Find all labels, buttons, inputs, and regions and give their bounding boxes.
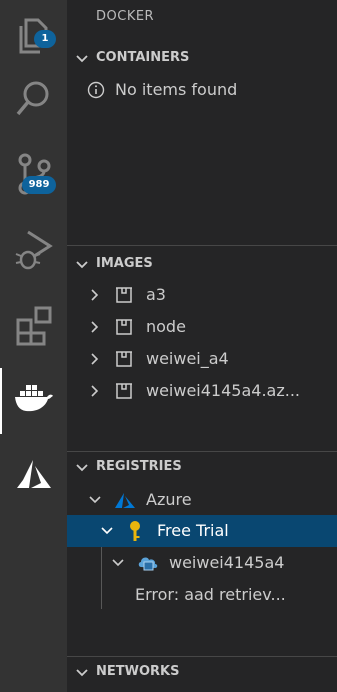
activity-search[interactable]	[0, 64, 67, 131]
registry-label: weiwei4145a4	[169, 553, 285, 572]
image-label: weiwei4145a4.az...	[146, 381, 300, 400]
azure-logo-icon	[115, 493, 135, 508]
container-registry-row[interactable]: weiwei4145a4	[67, 547, 337, 579]
empty-message: No items found	[115, 80, 238, 99]
chevron-down-icon	[76, 261, 88, 269]
chevron-down-icon	[89, 496, 101, 504]
section-label: NETWORKS	[96, 664, 180, 679]
explorer-badge: 1	[34, 30, 56, 48]
docker-icon	[14, 384, 53, 411]
section-divider	[67, 245, 337, 246]
image-box-icon	[116, 319, 132, 335]
chevron-right-icon	[91, 385, 99, 397]
chevron-right-icon	[91, 289, 99, 301]
chevron-right-icon	[91, 353, 99, 365]
chevron-down-icon	[76, 669, 88, 677]
azure-icon	[16, 459, 51, 488]
source-control-badge: 989	[22, 176, 56, 194]
activity-explorer[interactable]: 1	[0, 0, 67, 67]
section-header-registries[interactable]: REGISTRIES	[67, 456, 337, 480]
chevron-down-icon	[76, 55, 88, 63]
section-divider	[67, 451, 337, 452]
section-label: REGISTRIES	[96, 459, 182, 474]
section-header-containers[interactable]: CONTAINERS	[67, 47, 337, 71]
image-box-icon	[116, 351, 132, 367]
subscription-free-trial-row[interactable]: Free Trial	[67, 515, 337, 547]
chevron-down-icon	[112, 559, 124, 567]
key-icon	[130, 521, 140, 541]
search-icon	[16, 81, 48, 115]
image-box-icon	[116, 383, 132, 399]
error-message: Error: aad retriev...	[135, 585, 286, 604]
image-label: node	[146, 317, 186, 336]
section-label: IMAGES	[96, 256, 153, 271]
chevron-down-icon	[101, 527, 113, 535]
extensions-icon	[16, 306, 51, 345]
activity-source-control[interactable]: 989	[0, 140, 67, 207]
activity-azure[interactable]	[0, 440, 67, 507]
section-header-images[interactable]: IMAGES	[67, 253, 337, 277]
container-registry-icon	[138, 557, 158, 571]
section-label: CONTAINERS	[96, 50, 190, 65]
section-divider	[67, 656, 337, 657]
image-label: weiwei_a4	[146, 349, 229, 368]
image-item[interactable]: weiwei4145a4.az...	[67, 375, 337, 407]
run-debug-icon	[15, 230, 53, 269]
docker-sidebar: DOCKER CONTAINERS No items found IMAGES …	[67, 0, 337, 692]
info-icon	[87, 81, 105, 99]
image-box-icon	[116, 287, 132, 303]
registry-azure-row[interactable]: Azure	[67, 484, 337, 516]
view-title: DOCKER	[96, 9, 155, 24]
image-label: a3	[146, 285, 166, 304]
activity-run-debug[interactable]	[0, 216, 67, 283]
image-item[interactable]: node	[67, 311, 337, 343]
activity-docker[interactable]	[0, 364, 67, 434]
azure-label: Azure	[146, 490, 192, 509]
image-item[interactable]: weiwei_a4	[67, 343, 337, 375]
containers-empty-row: No items found	[67, 74, 337, 106]
registry-error-row: Error: aad retriev...	[67, 579, 337, 611]
section-header-networks[interactable]: NETWORKS	[67, 661, 337, 685]
chevron-right-icon	[91, 321, 99, 333]
chevron-down-icon	[76, 464, 88, 472]
activity-extensions[interactable]	[0, 292, 67, 359]
image-item[interactable]: a3	[67, 279, 337, 311]
subscription-label: Free Trial	[157, 521, 229, 540]
activity-bar: 1 989	[0, 0, 67, 692]
